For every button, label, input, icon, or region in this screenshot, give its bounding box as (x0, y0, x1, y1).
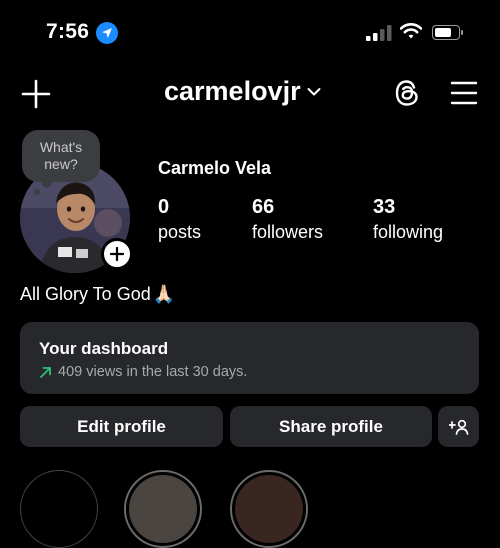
bio-text: All Glory To God (20, 284, 151, 304)
account-switcher[interactable]: carmelovjr (164, 76, 321, 107)
profile-full-name: Carmelo Vela (158, 158, 272, 178)
threads-icon[interactable] (392, 78, 422, 108)
followers-stat[interactable]: 66 followers (252, 196, 323, 244)
wifi-icon (400, 23, 422, 39)
new-post-plus-icon[interactable] (20, 78, 52, 110)
dashboard-views-text: 409 views in the last 30 days. (58, 364, 248, 380)
chevron-down-icon (307, 87, 321, 95)
plus-icon (110, 247, 124, 261)
new-highlight-button[interactable] (20, 470, 98, 548)
stat-label: followers (252, 222, 324, 242)
cellular-signal-icon (366, 25, 392, 41)
trending-up-arrow-icon (40, 366, 51, 378)
person-add-icon (448, 419, 468, 435)
stat-value: 66 (252, 196, 275, 218)
status-time: 7:56 (46, 20, 90, 43)
hamburger-menu-icon[interactable] (450, 80, 478, 106)
note-line-1: What's (39, 139, 83, 155)
stat-value: 33 (373, 196, 396, 218)
posts-stat[interactable]: 0 posts (158, 196, 201, 244)
location-arrow-icon (96, 22, 118, 44)
dashboard-subtitle: 409 views in the last 30 days. (39, 364, 479, 380)
battery-icon (432, 25, 463, 40)
share-profile-button[interactable]: Share profile (230, 406, 432, 447)
edit-profile-button[interactable]: Edit profile (20, 406, 223, 447)
story-highlight[interactable] (124, 470, 202, 548)
stat-label: posts (158, 222, 202, 242)
praying-hands-emoji: 🙏🏻 (152, 284, 176, 304)
discover-people-button[interactable] (438, 406, 479, 447)
dashboard-card[interactable]: Your dashboard 409 views in the last 30 … (20, 322, 479, 394)
dashboard-title: Your dashboard (39, 339, 169, 358)
stat-label: following (373, 222, 444, 242)
story-highlight[interactable] (230, 470, 308, 548)
username: carmelovjr (164, 76, 301, 106)
note-bubble-tail-small (34, 189, 40, 195)
note-line-2: new? (44, 156, 78, 172)
add-story-button[interactable] (101, 238, 133, 270)
note-bubble-tail (42, 178, 52, 188)
following-stat[interactable]: 33 following (373, 196, 443, 244)
stat-value: 0 (158, 196, 170, 218)
profile-bio: All Glory To God 🙏🏻 (20, 284, 175, 305)
note-bubble[interactable]: What's new? (22, 130, 100, 182)
